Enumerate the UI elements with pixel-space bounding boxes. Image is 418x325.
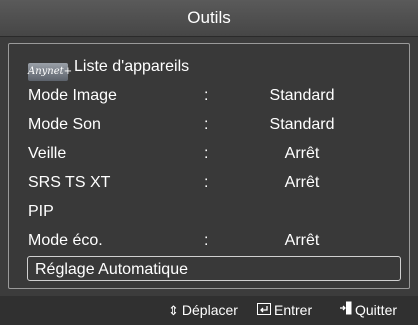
menu-item-value: Standard [269, 87, 335, 104]
menu-item-sound-mode[interactable]: Mode Son : Standard [9, 110, 409, 139]
menu-item-device-list[interactable]: Anynet+ Liste d'appareils [9, 52, 409, 81]
menu-item-sleep[interactable]: Veille : Arrêt [9, 139, 409, 168]
menu-item-text: Liste d'appareils [74, 58, 190, 75]
menu-item-label: Anynet+ Liste d'appareils [28, 52, 189, 81]
menu-item-value: Arrêt [284, 145, 320, 162]
anynet-logo-icon: Anynet+ [28, 63, 72, 81]
menu-item-value: Arrêt [284, 232, 320, 249]
menu-item-value: Standard [269, 116, 335, 133]
enter-icon [257, 296, 271, 325]
help-enter: Entrer [257, 296, 312, 325]
help-enter-label: Entrer [274, 302, 313, 318]
help-move-label: Déplacer [181, 302, 238, 318]
menu-item-label: SRS TS XT [28, 174, 111, 191]
separator-colon: : [204, 145, 209, 162]
menu-item-label: PIP [28, 203, 54, 220]
menu-item-label: Mode éco. [28, 232, 103, 249]
menu-item-label: Réglage Automatique [35, 261, 188, 278]
up-down-arrows-icon: ⇕ [168, 303, 179, 318]
help-move: ⇕ Déplacer [168, 296, 238, 325]
separator-colon: : [204, 174, 209, 191]
menu-item-pip[interactable]: PIP [9, 197, 409, 226]
menu-item-value: Arrêt [284, 174, 320, 191]
separator-colon: : [204, 232, 209, 249]
menu-item-auto-adjust[interactable]: Réglage Automatique [9, 255, 409, 284]
menu-item-picture-mode[interactable]: Mode Image : Standard [9, 81, 409, 110]
separator-colon: : [204, 116, 209, 133]
menu-item-eco-mode[interactable]: Mode éco. : Arrêt [9, 226, 409, 255]
exit-door-icon [340, 296, 352, 325]
menu-title-bar: Outils [0, 0, 418, 37]
menu-item-label: Mode Son [28, 116, 101, 133]
menu-title: Outils [187, 8, 231, 27]
menu-item-label: Veille [28, 145, 67, 162]
menu-item-srs-ts-xt[interactable]: SRS TS XT : Arrêt [9, 168, 409, 197]
separator-colon: : [204, 87, 209, 104]
menu-item-label: Mode Image [28, 87, 117, 104]
help-exit: Quitter [340, 296, 397, 325]
help-exit-label: Quitter [355, 302, 398, 318]
help-bar: ⇕ Déplacer Entrer Quitter [0, 296, 418, 325]
tools-menu-panel: Anynet+ Liste d'appareils Mode Image : St… [8, 43, 410, 289]
